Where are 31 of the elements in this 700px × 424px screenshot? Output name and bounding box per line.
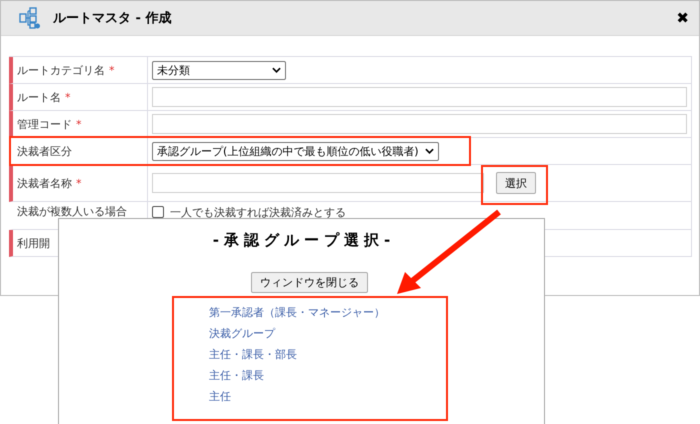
field-label: ルートカテゴリ名 xyxy=(17,62,105,78)
field-label: 決裁が複数人いる場合 xyxy=(17,204,127,219)
field-label: 決裁者名称 xyxy=(17,176,72,190)
required-mark: * xyxy=(76,176,82,190)
select-button[interactable]: 選択 xyxy=(496,172,536,194)
field-label: 管理コード xyxy=(17,116,72,132)
field-label: 利用開 xyxy=(17,236,50,250)
highlight-frame xyxy=(481,165,548,205)
group-link[interactable]: 決裁グループ xyxy=(209,326,385,341)
dropdown[interactable]: 未分類 xyxy=(152,60,286,80)
text-field[interactable] xyxy=(152,114,687,134)
field-label: ルート名 xyxy=(17,90,61,104)
window-title: ルートマスタ - 作成 xyxy=(53,10,172,27)
close-button[interactable]: ✖ xyxy=(676,9,689,27)
group-link[interactable]: 主任 xyxy=(209,389,385,404)
required-mark: * xyxy=(76,118,82,130)
group-link[interactable]: 主任・課長・部長 xyxy=(209,347,385,362)
chevron-down-icon xyxy=(424,148,434,154)
chevron-down-icon xyxy=(272,67,281,73)
dropdown[interactable]: 承認グループ(上位組織の中で最も順位の低い役職者) xyxy=(152,142,439,160)
group-link[interactable]: 第一承認者（課長・マネージャー） xyxy=(209,305,385,320)
group-link[interactable]: 主任・課長 xyxy=(209,368,385,383)
text-field[interactable] xyxy=(152,173,484,193)
popup-title: -承認グループ選択- xyxy=(212,231,396,250)
required-mark: * xyxy=(65,90,70,104)
checkbox-label: 一人でも決裁すれば決裁済みとする xyxy=(170,205,346,220)
flow-icon xyxy=(19,7,41,29)
close-window-button[interactable]: ウィンドウを閉じる xyxy=(251,272,368,293)
required-mark: * xyxy=(109,64,114,76)
text-field[interactable] xyxy=(152,87,687,107)
field-label: 決裁者区分 xyxy=(17,144,72,158)
